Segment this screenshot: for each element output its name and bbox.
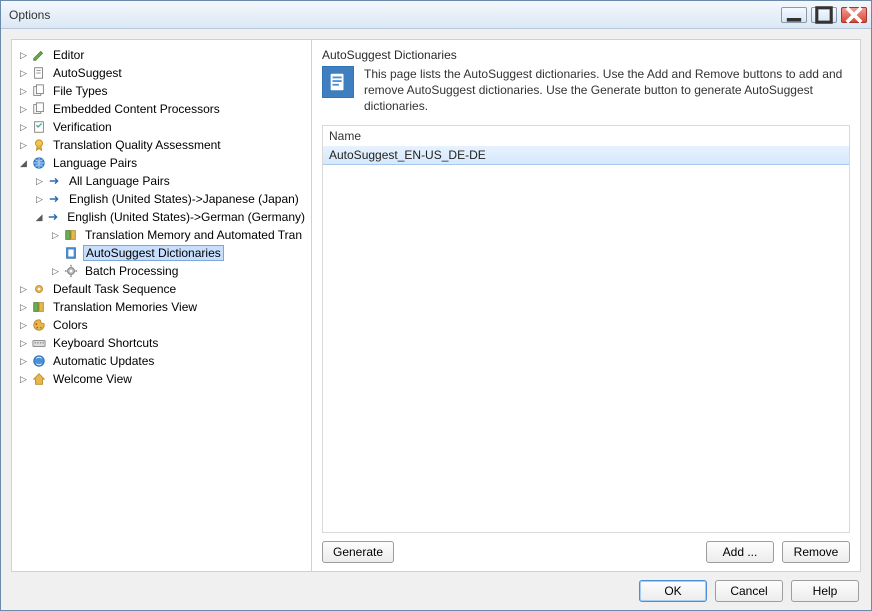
minimize-button[interactable]: [781, 7, 807, 23]
tree-item-welcome[interactable]: ▷Welcome View: [16, 370, 307, 388]
tm-icon: [31, 299, 47, 315]
window-title: Options: [9, 8, 781, 22]
remove-button[interactable]: Remove: [782, 541, 850, 563]
files-icon: [31, 83, 47, 99]
page-title: AutoSuggest Dictionaries: [322, 48, 850, 62]
page-description: This page lists the AutoSuggest dictiona…: [364, 66, 850, 115]
globe-icon: [31, 155, 47, 171]
description-row: This page lists the AutoSuggest dictiona…: [322, 66, 850, 115]
tree-item-embedded[interactable]: ▷Embedded Content Processors: [16, 100, 307, 118]
tree-item-keyboard[interactable]: ▷Keyboard Shortcuts: [16, 334, 307, 352]
list-item[interactable]: AutoSuggest_EN-US_DE-DE: [322, 146, 850, 165]
maximize-button[interactable]: [811, 7, 837, 23]
expand-icon[interactable]: ▷: [34, 194, 45, 205]
expand-icon[interactable]: ▷: [18, 68, 29, 79]
help-button[interactable]: Help: [791, 580, 859, 602]
expand-icon[interactable]: ▷: [50, 230, 61, 241]
tree-item-langpairs[interactable]: ◢Language Pairs: [16, 154, 307, 172]
keyboard-icon: [31, 335, 47, 351]
files-icon: [31, 101, 47, 117]
tree-item-default-task[interactable]: ▷Default Task Sequence: [16, 280, 307, 298]
collapse-icon[interactable]: ◢: [34, 212, 44, 223]
tree-item-filetypes[interactable]: ▷File Types: [16, 82, 307, 100]
dictionary-list[interactable]: AutoSuggest_EN-US_DE-DE: [322, 146, 850, 533]
globe-icon: [31, 353, 47, 369]
tree-item-updates[interactable]: ▷Automatic Updates: [16, 352, 307, 370]
medal-icon: [31, 137, 47, 153]
generate-button[interactable]: Generate: [322, 541, 394, 563]
arrow-icon: [47, 173, 63, 189]
expand-icon[interactable]: ▷: [18, 356, 29, 367]
arrow-icon: [47, 191, 63, 207]
window-controls: [781, 7, 867, 23]
dictionary-icon: [63, 245, 79, 261]
tree-item-en-ja[interactable]: ▷English (United States)->Japanese (Japa…: [32, 190, 307, 208]
ok-button[interactable]: OK: [639, 580, 707, 602]
expand-icon[interactable]: ▷: [18, 50, 29, 61]
expand-icon[interactable]: ▷: [34, 176, 45, 187]
expand-icon[interactable]: ▷: [18, 140, 29, 151]
detail-pane: AutoSuggest Dictionaries This page lists…: [312, 40, 860, 571]
add-button[interactable]: Add ...: [706, 541, 774, 563]
panes: ▷Editor ▷AutoSuggest ▷File Types ▷Embedd…: [11, 39, 861, 572]
tree-item-batch[interactable]: ▷Batch Processing: [48, 262, 307, 280]
home-icon: [31, 371, 47, 387]
titlebar: Options: [1, 1, 871, 29]
tree-item-editor[interactable]: ▷Editor: [16, 46, 307, 64]
tree-item-en-de[interactable]: ◢English (United States)->German (German…: [32, 208, 307, 226]
options-window: Options ▷Editor ▷AutoSuggest ▷File Types…: [0, 0, 872, 611]
tree-item-verification[interactable]: ▷Verification: [16, 118, 307, 136]
gear-icon: [63, 263, 79, 279]
collapse-icon[interactable]: ◢: [18, 158, 29, 169]
expand-icon[interactable]: ▷: [18, 374, 29, 385]
tree-item-tm-auto[interactable]: ▷Translation Memory and Automated Tran: [48, 226, 307, 244]
checklist-icon: [31, 119, 47, 135]
dialog-body: ▷Editor ▷AutoSuggest ▷File Types ▷Embedd…: [1, 29, 871, 610]
tree-item-colors[interactable]: ▷Colors: [16, 316, 307, 334]
pencil-icon: [31, 47, 47, 63]
column-header-name[interactable]: Name: [322, 125, 850, 146]
expand-icon[interactable]: ▷: [18, 86, 29, 97]
palette-icon: [31, 317, 47, 333]
dictionary-icon: [322, 66, 354, 98]
tree-item-tm-view[interactable]: ▷Translation Memories View: [16, 298, 307, 316]
cancel-button[interactable]: Cancel: [715, 580, 783, 602]
list-buttons: Generate Add ... Remove: [322, 541, 850, 563]
tree-item-all-pairs[interactable]: ▷All Language Pairs: [32, 172, 307, 190]
tree-item-as-dicts[interactable]: ▷AutoSuggest Dictionaries: [48, 244, 307, 262]
expand-icon[interactable]: ▷: [18, 338, 29, 349]
gear-icon: [31, 281, 47, 297]
expand-icon[interactable]: ▷: [50, 266, 61, 277]
expand-icon[interactable]: ▷: [18, 284, 29, 295]
tm-icon: [63, 227, 79, 243]
expand-icon[interactable]: ▷: [18, 104, 29, 115]
tree-item-tqa[interactable]: ▷Translation Quality Assessment: [16, 136, 307, 154]
expand-icon[interactable]: ▷: [18, 122, 29, 133]
expand-icon[interactable]: ▷: [18, 302, 29, 313]
dialog-buttons: OK Cancel Help: [11, 580, 861, 602]
close-button[interactable]: [841, 7, 867, 23]
arrow-icon: [46, 209, 61, 225]
expand-icon[interactable]: ▷: [18, 320, 29, 331]
nav-tree[interactable]: ▷Editor ▷AutoSuggest ▷File Types ▷Embedd…: [12, 40, 312, 571]
tree-item-autosuggest[interactable]: ▷AutoSuggest: [16, 64, 307, 82]
document-icon: [31, 65, 47, 81]
